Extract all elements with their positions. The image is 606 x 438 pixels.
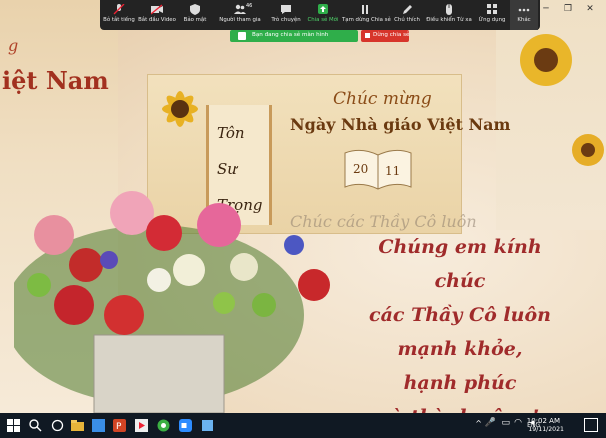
sunflower-decoration-icon <box>520 34 604 166</box>
remote-control-button[interactable]: Điều khiển Từ xa <box>426 0 472 30</box>
security-button[interactable]: Bảo mật <box>180 0 210 30</box>
scroll-line: Tôn <box>217 124 245 142</box>
message-line: mạnh khỏe, <box>397 338 523 360</box>
stop-share-button[interactable]: Dừng chia sẻ <box>361 30 409 42</box>
microphone-muted-icon <box>113 4 125 15</box>
apps-icon <box>487 4 497 14</box>
app-icon[interactable] <box>91 418 106 433</box>
more-icon <box>518 8 530 12</box>
left-title-fragment: g <box>8 36 19 55</box>
message-line: và thành công! <box>350 400 570 413</box>
pencil-icon <box>403 5 412 14</box>
powerpoint-icon[interactable]: P <box>112 418 127 433</box>
participants-count: 46 <box>246 3 253 9</box>
close-icon[interactable]: ✕ <box>584 3 596 15</box>
share-screen-icon <box>318 4 328 14</box>
left-title: iệt Nam <box>2 66 109 95</box>
windows-start-icon[interactable] <box>6 418 21 433</box>
message-line: Chúng em kính chúc <box>378 236 542 292</box>
date-day: 20 <box>353 162 368 176</box>
window-controls: ─ ❐ ✕ <box>536 0 606 18</box>
start-video-button[interactable]: Bắt đầu Video <box>138 0 176 30</box>
scroll-line: Sư <box>217 160 237 178</box>
wifi-icon[interactable]: ◠ <box>514 418 522 428</box>
greeting-message: Chúng em kính chúc các Thầy Cô luôn mạnh… <box>350 230 570 413</box>
sunflower-icon <box>162 91 198 127</box>
pause-icon <box>362 5 368 14</box>
pause-share-button[interactable]: Tạm dừng Chia sẻ <box>342 0 391 30</box>
battery-icon[interactable]: ▭ <box>501 418 510 428</box>
message-line: các Thầy Cô luôn <box>369 304 551 326</box>
share-status-text: Bạn đang chia sẻ màn hình <box>252 32 329 38</box>
chat-icon <box>281 5 291 14</box>
svg-text:P: P <box>116 422 122 432</box>
file-explorer-icon[interactable] <box>70 418 85 433</box>
shield-icon <box>190 4 200 15</box>
annotate-button[interactable]: Chú thích <box>392 0 422 30</box>
apps-button[interactable]: Ứng dụng <box>476 0 508 30</box>
shared-screen: g iệt Nam Tôn Sư Trọng Chúc mừng Ngày Nh… <box>0 0 606 413</box>
slide-title: Ngày Nhà giáo Việt Nam <box>290 115 511 134</box>
notifications-icon[interactable] <box>584 418 598 432</box>
clock-date[interactable]: 19/11/2021 <box>528 426 564 433</box>
zoom-app-icon[interactable] <box>178 418 193 433</box>
video-off-icon <box>151 4 163 15</box>
participants-button[interactable]: 46 Người tham gia <box>218 0 262 30</box>
unmute-button[interactable]: Bỏ tắt tiếng <box>102 0 136 30</box>
chevron-up-icon[interactable]: ^ <box>475 419 482 428</box>
zoom-toolbar: Bỏ tắt tiếng Bắt đầu Video Bảo mật 46 Ng… <box>100 0 540 30</box>
background-right-panel <box>496 0 606 230</box>
task-view-icon[interactable] <box>50 418 65 433</box>
windows-taskbar: P ^ 🎤 ▭ ◠ ◂ ENG 10:02 AM 19/11/2021 <box>0 413 606 438</box>
new-share-button[interactable]: Chia sẻ Mới <box>306 0 340 30</box>
restore-icon[interactable]: ❐ <box>562 3 574 15</box>
stop-icon <box>365 33 370 38</box>
date-month: 11 <box>385 164 400 178</box>
clock-time[interactable]: 10:02 AM <box>527 417 560 425</box>
chat-button[interactable]: Trò chuyện <box>268 0 304 30</box>
media-player-icon[interactable] <box>134 418 149 433</box>
microphone-icon[interactable]: 🎤 <box>485 418 496 428</box>
app-icon[interactable] <box>200 418 215 433</box>
participants-icon <box>234 4 246 14</box>
more-button[interactable]: Khác <box>510 0 538 30</box>
search-icon[interactable] <box>28 418 43 433</box>
flower-bouquet-icon <box>14 191 330 413</box>
screen-share-icon <box>238 32 246 40</box>
chrome-icon[interactable] <box>156 418 171 433</box>
share-status-bar[interactable]: Bạn đang chia sẻ màn hình <box>230 30 358 42</box>
mouse-icon <box>446 4 452 15</box>
minimize-icon[interactable]: ─ <box>540 3 552 15</box>
slide-greeting: Chúc mừng <box>333 89 432 109</box>
message-line: hạnh phúc <box>403 372 517 394</box>
